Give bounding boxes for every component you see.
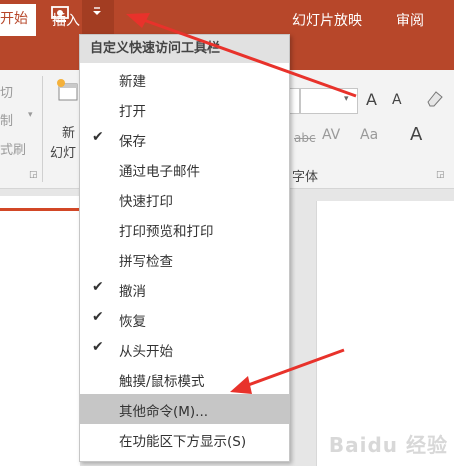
arrow-to-dropdown <box>126 13 357 98</box>
arrow-to-other-commands <box>230 348 345 394</box>
annotation-arrows <box>126 13 357 394</box>
watermark: Baidu 经验 <box>328 433 448 457</box>
